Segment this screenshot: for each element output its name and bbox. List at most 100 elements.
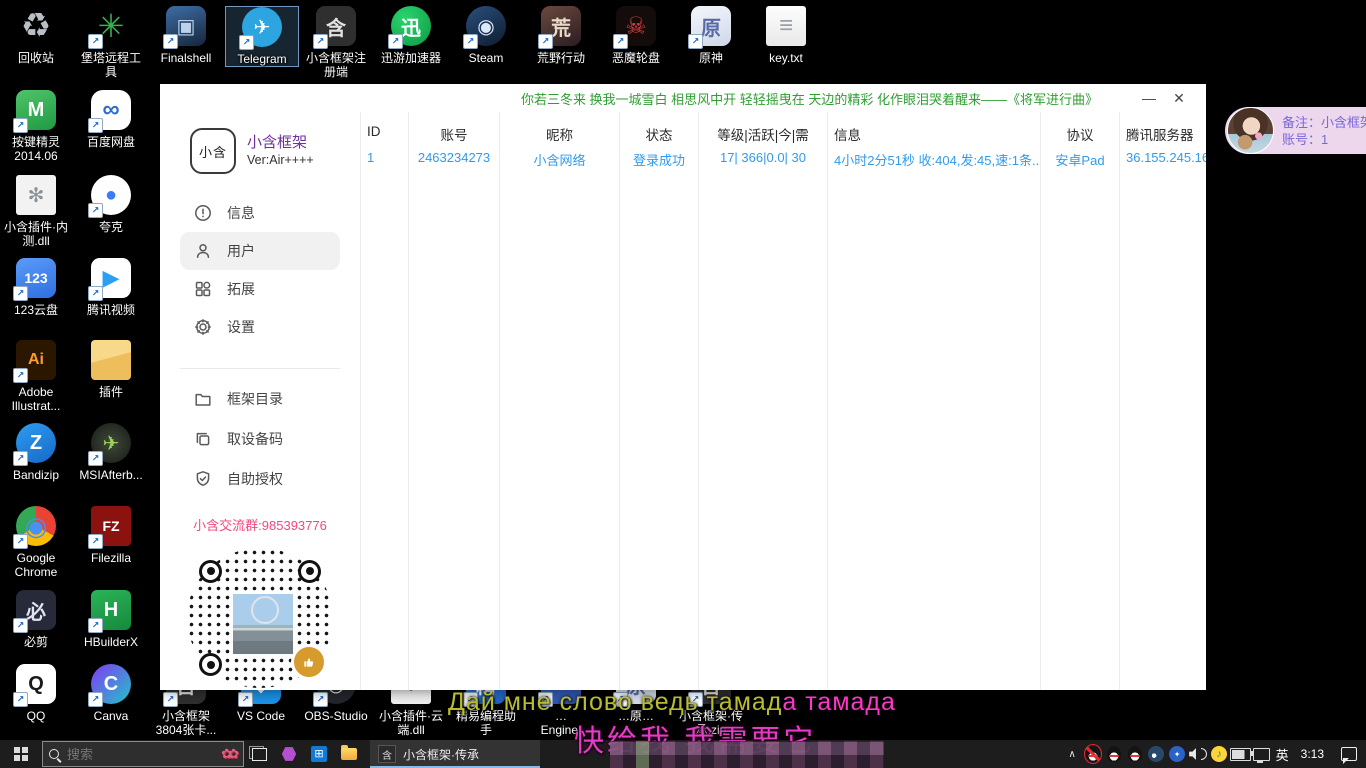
shortcut-arrow-icon: ↗ <box>88 618 103 633</box>
desktop-icon[interactable]: ∞ ↗ 百度网盘 <box>75 90 147 149</box>
desktop-icon[interactable]: 迅 ↗ 迅游加速器 <box>375 6 447 65</box>
column-header[interactable]: 等级|活跃|今|需 <box>705 112 821 150</box>
desktop-icon[interactable]: 原 ↗ 原神 <box>675 6 747 65</box>
column-header[interactable]: 状态 <box>626 112 692 150</box>
desktop-icon[interactable]: 123 ↗ 123云盘 <box>0 258 72 317</box>
desktop-icon[interactable]: 含 ↗ 小含框架注 册端 <box>300 6 372 79</box>
close-button[interactable]: ✕ <box>1164 87 1194 109</box>
desktop-icon[interactable]: 荒 ↗ 荒野行动 <box>525 6 597 65</box>
tray-qq-music[interactable]: ♪ <box>1209 740 1230 768</box>
desktop-icon[interactable]: ✈ ↗ MSIAfterb... <box>75 423 147 482</box>
sidebar-item-extensions[interactable]: 拓展 <box>180 270 340 308</box>
table-cell[interactable]: 36.155.245.16 <box>1126 150 1200 176</box>
desktop-icon-label: Steam <box>450 51 522 65</box>
tray-chevron-button[interactable]: ∧ <box>1062 740 1083 768</box>
task-view-button[interactable] <box>244 740 274 768</box>
tray-battery[interactable] <box>1230 740 1251 768</box>
desktop-icon[interactable]: M ↗ 按键精灵 2014.06 <box>0 90 72 163</box>
sidebar-item-device-code[interactable]: 取设备码 <box>180 419 340 459</box>
desktop-icon[interactable]: Z ↗ Bandizip <box>0 423 72 482</box>
tray-qq-2[interactable] <box>1125 740 1146 768</box>
desktop-icon[interactable]: ◉ ↗ Google Chrome <box>0 506 72 579</box>
tray-network[interactable] <box>1251 740 1272 768</box>
table-cell[interactable]: 1 <box>367 150 402 176</box>
desktop-icon[interactable]: ✻ 小含插件·内 测.dll <box>0 175 72 248</box>
sidebar-item-settings[interactable]: 设置 <box>180 308 340 346</box>
store-icon: ⊞ <box>311 746 327 762</box>
desktop-icon-label: 原神 <box>675 51 747 65</box>
sidebar-item-self-auth[interactable]: 自助授权 <box>180 459 340 499</box>
app-icon-glyph: ∞ <box>102 96 119 124</box>
account-remark-card[interactable]: 备注：小含框架 账号：1 <box>1225 107 1366 154</box>
shortcut-arrow-icon: ↗ <box>88 203 103 218</box>
desktop-icon-image: ♻ <box>16 6 56 46</box>
desktop-icon[interactable]: ✳ ↗ 堡塔远程工 具 <box>75 6 147 79</box>
table-cell[interactable]: 小含网络 <box>506 150 613 176</box>
table-column: 腾讯服务器 36.155.245.16 <box>1120 112 1206 690</box>
action-center-button[interactable] <box>1332 740 1366 768</box>
desktop-icon[interactable]: H ↗ HBuilderX <box>75 590 147 649</box>
desktop-icon[interactable]: ♻ 回收站 <box>0 6 72 65</box>
desktop-icon-image: ☠ ↗ <box>616 6 656 46</box>
desktop-icon-image: ◉ ↗ <box>16 506 56 546</box>
desktop-icon[interactable]: ☠ ↗ 恶魔轮盘 <box>600 6 672 65</box>
sidebar-item-users[interactable]: 用户 <box>180 232 340 270</box>
shortcut-arrow-icon: ↗ <box>163 34 178 49</box>
pinned-microsoft-store[interactable]: ⊞ <box>304 740 334 768</box>
column-header[interactable]: 账号 <box>415 112 493 150</box>
desktop-icon[interactable]: 插件 <box>75 340 147 399</box>
desktop-icon[interactable]: ≡ key.txt <box>750 6 822 65</box>
shortcut-arrow-icon: ↗ <box>88 286 103 301</box>
taskbar-search[interactable]: ✿✿ <box>42 741 244 767</box>
desktop-icon-image: Q ↗ <box>16 664 56 704</box>
app-icon-glyph: 123 <box>24 270 47 286</box>
sidebar-item-info[interactable]: 信息 <box>180 194 340 232</box>
desktop-icon[interactable]: ▣ ↗ Finalshell <box>150 6 222 65</box>
window-titlebar[interactable]: 你若三冬来 换我一城雪白 相思风中开 轻轻摇曳在 天边的精彩 化作眼泪哭着醒来—… <box>160 84 1206 112</box>
pinned-app-hexagon[interactable] <box>274 740 304 768</box>
table-cell[interactable]: 2463234273 <box>415 150 493 176</box>
sidebar-item-framework-dir[interactable]: 框架目录 <box>180 379 340 419</box>
pinned-file-explorer[interactable] <box>334 740 364 768</box>
desktop-icon[interactable]: 必 ↗ 必剪 <box>0 590 72 649</box>
desktop-icon-label: VS Code <box>225 709 297 723</box>
input-language-indicator[interactable]: 英 <box>1272 740 1293 768</box>
desktop-icon-label-2: 册端 <box>300 65 372 79</box>
tray-qq-offline[interactable] <box>1083 740 1104 768</box>
column-header[interactable]: 腾讯服务器 <box>1126 112 1200 150</box>
desktop-icon-label: 夸克 <box>75 220 147 234</box>
column-header[interactable]: 协议 <box>1047 112 1113 150</box>
user-icon <box>194 242 212 260</box>
desktop-icon[interactable]: ▶ ↗ 腾讯视频 <box>75 258 147 317</box>
column-header[interactable]: ID <box>367 112 402 150</box>
desktop-icon-label-2: 具 <box>75 65 147 79</box>
sidebar-item-label: 用户 <box>227 241 255 261</box>
sidebar-item-label: 拓展 <box>227 279 255 299</box>
desktop-icon[interactable]: Ai ↗ Adobe Illustrat... <box>0 340 72 413</box>
taskbar-window-button[interactable]: 含 小含框架·传承 <box>370 740 540 768</box>
desktop-icon[interactable]: Q ↗ QQ <box>0 664 72 723</box>
thumbs-up-badge-icon <box>291 644 327 680</box>
desktop-icon[interactable]: FZ ↗ Filezilla <box>75 506 147 565</box>
tray-volume[interactable] <box>1188 740 1209 768</box>
desktop-icon[interactable]: C ↗ Canva <box>75 664 147 723</box>
app-icon-glyph: ▶ <box>103 265 120 291</box>
search-input[interactable] <box>65 746 215 763</box>
desktop-icon[interactable]: ◉ ↗ Steam <box>450 6 522 65</box>
desktop-icon[interactable]: ● ↗ 夸克 <box>75 175 147 234</box>
column-header[interactable]: 信息 <box>834 112 1034 150</box>
tray-qq-1[interactable] <box>1104 740 1125 768</box>
tray-steam[interactable] <box>1146 740 1167 768</box>
start-button[interactable] <box>0 740 42 768</box>
minimize-button[interactable]: — <box>1134 87 1164 109</box>
tray-xunyou[interactable]: ✦ <box>1167 740 1188 768</box>
table-cell[interactable]: 登录成功 <box>626 150 692 176</box>
table-cell[interactable]: 4小时2分51秒 收:404,发:45,速:1条... <box>834 150 1034 176</box>
table-cell[interactable]: 17| 366|0.0| 30 <box>705 150 821 176</box>
table-cell[interactable]: 安卓Pad <box>1047 150 1113 176</box>
blocks-icon <box>194 280 212 298</box>
wechat-qr-code <box>185 546 335 690</box>
column-header[interactable]: 昵称 <box>506 112 613 150</box>
taskbar-clock[interactable]: 3:13 <box>1293 747 1332 761</box>
desktop-icon[interactable]: ✈ ↗ Telegram <box>225 6 299 67</box>
